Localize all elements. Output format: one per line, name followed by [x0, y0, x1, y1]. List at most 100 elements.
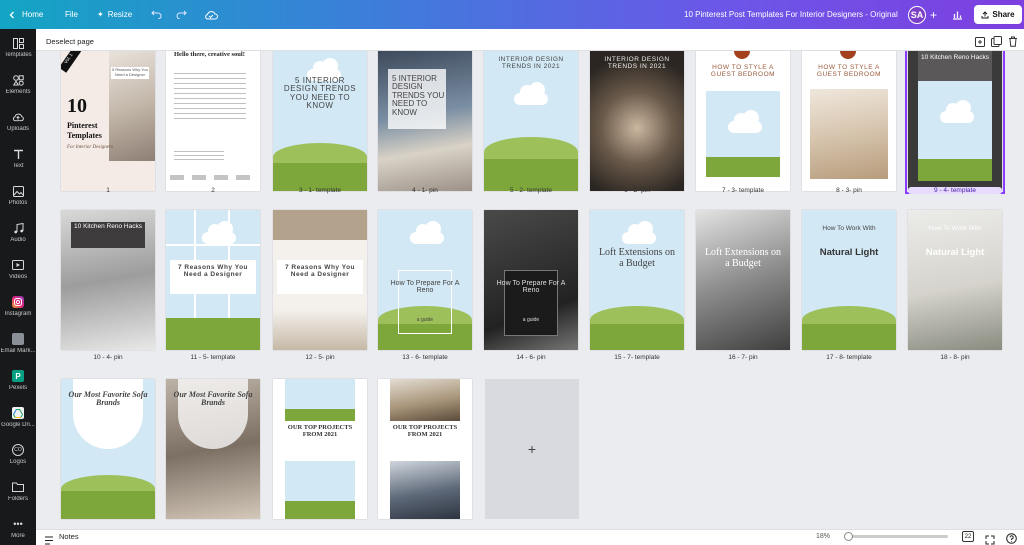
pin-title: INTERIOR DESIGN TRENDS IN 2021: [604, 56, 670, 70]
add-collaborator-icon[interactable]: +: [930, 0, 937, 29]
pin-subtitle: a guide: [416, 317, 434, 323]
zoom-slider-handle[interactable]: [844, 532, 853, 541]
sidebar-item-label: Elements: [5, 89, 31, 95]
pin-title: Natural Light: [925, 247, 985, 258]
page-thumbnail[interactable]: 7 Reasons Why You Need a Designer: [273, 210, 367, 350]
sidebar-item-more[interactable]: ••• More: [0, 518, 36, 545]
audio-icon: [12, 222, 24, 234]
pin-title: 10 Kitchen Reno Hacks: [921, 54, 989, 61]
sidebar-item-photos[interactable]: Photos: [0, 185, 36, 221]
letter-title: Hello there, creative soul!: [174, 51, 245, 58]
pin-title: Loft Extensions on a Budget: [704, 247, 782, 269]
sidebar-item-label: More: [11, 533, 25, 539]
sidebar-item-uploads[interactable]: Uploads: [0, 111, 36, 147]
notes-icon[interactable]: [44, 532, 54, 545]
sidebar-item-elements[interactable]: Elements: [0, 74, 36, 110]
resize-button[interactable]: ✦ Resize: [97, 0, 132, 29]
page-thumbnail[interactable]: 7 Reasons Why You Need a Designer: [166, 210, 260, 350]
delete-page-icon[interactable]: [1008, 34, 1018, 52]
page-thumbnail[interactable]: Our Most Favorite Sofa Brands: [61, 379, 155, 519]
sidebar-item-videos[interactable]: Videos: [0, 259, 36, 295]
avatar[interactable]: SA: [908, 6, 926, 24]
page-thumbnail[interactable]: INTERIOR DESIGN TRENDS IN 2021: [590, 51, 684, 191]
page-thumbnail[interactable]: How To Work With Natural Light: [802, 210, 896, 350]
sidebar-item-label: Logos: [9, 459, 27, 465]
page-thumbnail[interactable]: How To Prepare For A Reno a guide: [378, 210, 472, 350]
page-thumbnail[interactable]: OUR TOP PROJECTS FROM 2021: [378, 379, 472, 519]
undo-icon: [151, 10, 162, 19]
sidebar-item-email-marketing[interactable]: Email Mark...: [0, 333, 36, 369]
pin-title: How To Prepare For A Reno: [496, 280, 566, 295]
videos-icon: [12, 259, 24, 271]
page-caption: 12 - 5- pin: [305, 354, 335, 361]
page-toolbar: [36, 29, 1024, 51]
sidebar-item-folders[interactable]: Folders: [0, 481, 36, 517]
sidebar: Templates Elements Uploads Text Photos A…: [0, 29, 36, 545]
sidebar-item-google-drive[interactable]: Google Dri...: [0, 407, 36, 443]
page-thumbnail[interactable]: Loft Extensions on a Budget: [696, 210, 790, 350]
page-thumbnail[interactable]: INTERIOR DESIGN TRENDS IN 2021: [484, 51, 578, 191]
page-thumbnail[interactable]: 5 INTERIOR DESIGN TRENDS YOU NEED TO KNO…: [273, 51, 367, 191]
sidebar-item-logos[interactable]: CO Logos: [0, 444, 36, 480]
page-thumbnail[interactable]: 5 Reasons Why You Need a Designer Vol. 1…: [61, 51, 155, 191]
logos-icon: CO: [12, 444, 24, 456]
page-thumbnail[interactable]: Hello there, creative soul!: [166, 51, 260, 191]
page-caption: 14 - 6- pin: [516, 354, 546, 361]
undo-button[interactable]: [151, 0, 162, 29]
pin-title: 10 Kitchen Reno Hacks: [74, 223, 142, 230]
page-caption: 15 - 7- template: [614, 354, 660, 361]
page-count[interactable]: 22: [962, 531, 974, 542]
redo-button[interactable]: [176, 0, 187, 29]
pin-title: Loft Extensions on a Budget: [598, 247, 676, 269]
page-caption: 8 - 3- pin: [836, 187, 862, 194]
notes-button[interactable]: Notes: [59, 532, 79, 541]
add-page-button[interactable]: +: [485, 379, 579, 519]
page-thumbnail[interactable]: HOW TO STYLE A GUEST BEDROOM: [696, 51, 790, 191]
add-page-icon[interactable]: [975, 34, 986, 52]
sidebar-item-pexels[interactable]: P Pexels: [0, 370, 36, 406]
cover-number: 10: [67, 95, 87, 117]
file-menu[interactable]: File: [65, 0, 78, 29]
home-button[interactable]: Home: [8, 0, 43, 29]
zoom-slider[interactable]: [848, 535, 948, 538]
sidebar-item-label: Uploads: [6, 126, 29, 132]
page-thumbnail[interactable]: HOW TO STYLE A GUEST BEDROOM: [802, 51, 896, 191]
top-bar: Home File ✦ Resize 10 Pinterest Post Tem…: [0, 0, 1024, 29]
page-thumbnail-selected[interactable]: 10 Kitchen Reno Hacks: [905, 51, 1005, 194]
page-thumbnail[interactable]: How To Work With Natural Light: [908, 210, 1002, 350]
page-thumbnail[interactable]: Our Most Favorite Sofa Brands: [166, 379, 260, 519]
deselect-page-button[interactable]: Deselect page: [46, 37, 94, 46]
cloud-save-icon[interactable]: [204, 0, 218, 29]
share-icon: [981, 10, 989, 18]
page-thumbnail[interactable]: How To Prepare For A Reno a guide: [484, 210, 578, 350]
mini-title: 5 Reasons Why You Need a Designer: [111, 67, 149, 79]
help-icon[interactable]: [1006, 531, 1017, 545]
page-caption: 6 - 2- pin: [624, 187, 650, 194]
page-thumbnail[interactable]: 10 Kitchen Reno Hacks: [61, 210, 155, 350]
sidebar-item-label: Folders: [7, 496, 28, 502]
sidebar-item-templates[interactable]: Templates: [0, 37, 36, 73]
home-label: Home: [22, 10, 44, 19]
sidebar-item-instagram[interactable]: Instagram: [0, 296, 36, 332]
pin-title: Our Most Favorite Sofa Brands: [173, 390, 253, 408]
fullscreen-icon[interactable]: [985, 532, 995, 545]
zoom-level[interactable]: 18%: [816, 533, 830, 540]
page-thumbnail[interactable]: Loft Extensions on a Budget: [590, 210, 684, 350]
page-caption: 4 - 1- pin: [412, 187, 438, 194]
page-caption: 9 - 4- template: [908, 187, 1002, 194]
sidebar-item-audio[interactable]: Audio: [0, 222, 36, 258]
duplicate-page-icon[interactable]: [991, 34, 1002, 52]
pin-title: INTERIOR DESIGN TRENDS IN 2021: [498, 56, 564, 70]
page-thumbnail[interactable]: OUR TOP PROJECTS FROM 2021: [273, 379, 367, 519]
share-button[interactable]: Share: [974, 5, 1022, 24]
sidebar-item-text[interactable]: Text: [0, 148, 36, 184]
redo-icon: [176, 10, 187, 19]
chevron-left-icon: [9, 11, 14, 18]
folders-icon: [12, 481, 24, 493]
insights-icon[interactable]: [952, 0, 963, 29]
page-caption: 10 - 4- pin: [93, 354, 123, 361]
document-title[interactable]: 10 Pinterest Post Templates For Interior…: [684, 0, 898, 29]
page-caption: 3 - 1- template: [299, 187, 341, 194]
page-caption: 18 - 8- pin: [940, 354, 970, 361]
page-thumbnail[interactable]: 5 INTERIOR DESIGN TRENDS YOU NEED TO KNO…: [378, 51, 472, 191]
